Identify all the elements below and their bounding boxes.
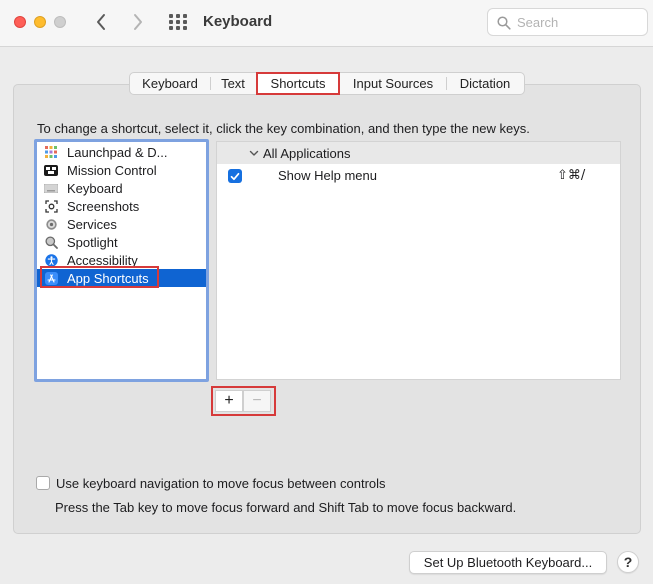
keyboard-icon <box>44 181 58 195</box>
checkmark-icon <box>230 172 240 180</box>
chevron-left-icon <box>97 14 105 30</box>
remove-shortcut-button[interactable]: − <box>243 390 271 412</box>
add-shortcut-button[interactable]: + <box>215 390 243 412</box>
keyboard-navigation-help-text: Press the Tab key to move focus forward … <box>55 500 517 515</box>
shortcut-table[interactable]: All Applications Show Help menu ⇧⌘/ <box>216 141 621 380</box>
tab-dictation[interactable]: Dictation <box>446 73 524 94</box>
window-title: Keyboard <box>203 13 273 30</box>
category-services[interactable]: Services <box>37 215 206 233</box>
close-window-button[interactable] <box>14 16 26 28</box>
spotlight-icon <box>44 235 58 249</box>
group-row-all-applications[interactable]: All Applications <box>217 142 620 164</box>
services-gear-icon <box>44 217 58 231</box>
screenshots-icon <box>44 199 58 213</box>
keyboard-navigation-label[interactable]: Use keyboard navigation to move focus be… <box>56 476 386 491</box>
annotation-highlight-app-shortcuts <box>40 266 159 288</box>
zoom-window-button[interactable] <box>54 16 66 28</box>
help-button[interactable]: ? <box>617 551 639 573</box>
tab-bar: Keyboard Text Shortcuts Input Sources Di… <box>129 72 525 95</box>
setup-bluetooth-keyboard-button[interactable]: Set Up Bluetooth Keyboard... <box>409 551 607 574</box>
category-spotlight[interactable]: Spotlight <box>37 233 206 251</box>
shortcut-name: Show Help menu <box>278 168 377 183</box>
category-label: Mission Control <box>67 162 157 178</box>
chevron-down-icon[interactable] <box>249 150 259 157</box>
show-all-button[interactable] <box>168 13 188 31</box>
accessibility-icon <box>44 253 58 267</box>
search-field[interactable] <box>487 8 648 36</box>
category-launchpad[interactable]: Launchpad & D... <box>37 143 206 161</box>
shortcut-category-list[interactable]: Launchpad & D... Mission Control Keyboar… <box>34 139 209 382</box>
chevron-right-icon <box>134 14 142 30</box>
tab-input-sources[interactable]: Input Sources <box>340 73 446 94</box>
table-row[interactable]: Show Help menu ⇧⌘/ <box>217 165 620 187</box>
keyboard-navigation-checkbox[interactable] <box>36 476 50 490</box>
shortcut-keys[interactable]: ⇧⌘/ <box>557 168 585 183</box>
category-label: Services <box>67 216 117 232</box>
category-label: Launchpad & D... <box>67 144 168 160</box>
category-keyboard[interactable]: Keyboard <box>37 179 206 197</box>
category-screenshots[interactable]: Screenshots <box>37 197 206 215</box>
back-button[interactable] <box>91 11 111 33</box>
forward-button[interactable] <box>128 11 148 33</box>
tab-shortcuts[interactable]: Shortcuts <box>256 72 340 95</box>
mission-control-icon <box>44 163 58 177</box>
instruction-text: To change a shortcut, select it, click t… <box>37 121 530 136</box>
launchpad-icon <box>44 145 58 159</box>
category-label: Screenshots <box>67 198 140 214</box>
title-bar: Keyboard <box>0 0 653 47</box>
grid-icon <box>169 14 187 30</box>
tab-keyboard[interactable]: Keyboard <box>130 73 210 94</box>
search-input[interactable] <box>517 14 642 31</box>
category-label: Keyboard <box>67 180 123 196</box>
category-mission-control[interactable]: Mission Control <box>37 161 206 179</box>
group-label: All Applications <box>263 145 351 161</box>
shortcut-enabled-checkbox[interactable] <box>228 169 242 183</box>
search-icon <box>497 16 511 30</box>
tab-text[interactable]: Text <box>210 73 256 94</box>
minimize-window-button[interactable] <box>34 16 46 28</box>
category-label: Spotlight <box>67 234 118 250</box>
